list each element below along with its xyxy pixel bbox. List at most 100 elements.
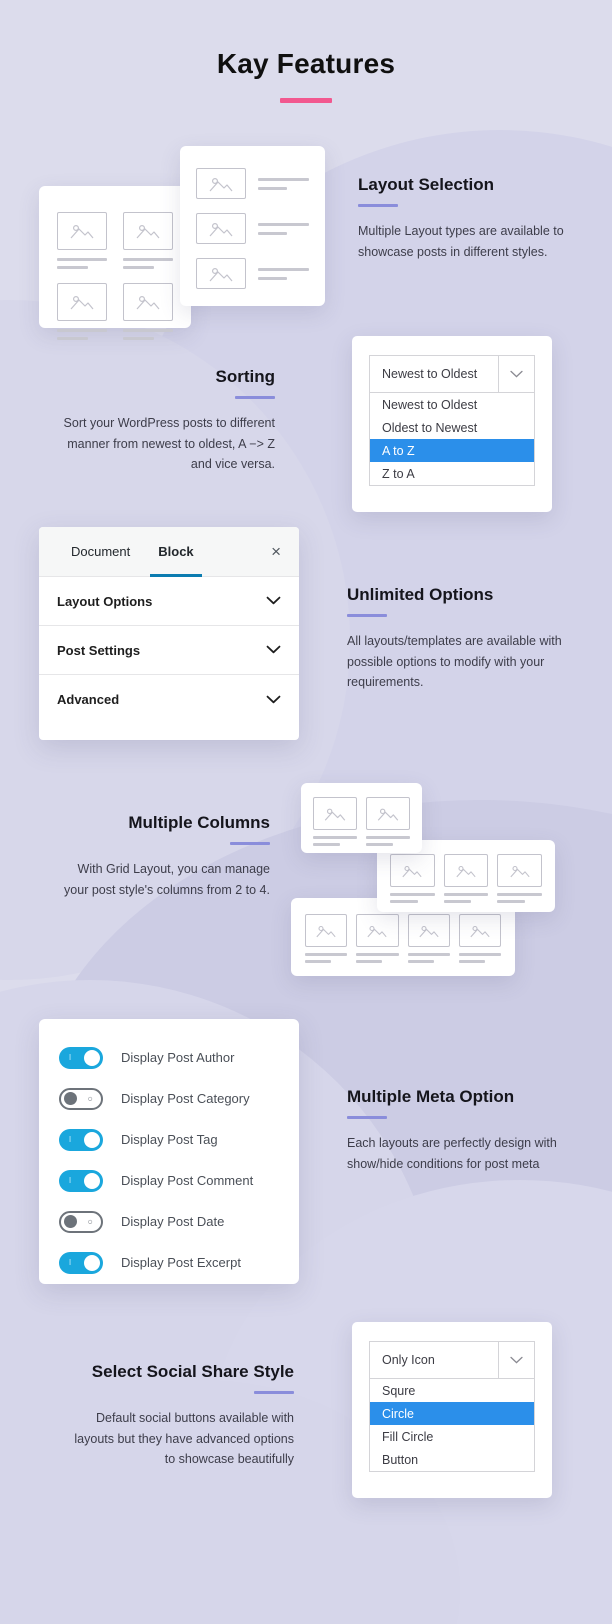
- toggle-row[interactable]: ǀ Display Post Comment: [59, 1164, 279, 1197]
- social-share-option[interactable]: Button: [370, 1448, 534, 1471]
- toggle-switch-on[interactable]: ǀ: [59, 1128, 103, 1151]
- section-body: With Grid Layout, you can manage your po…: [64, 862, 270, 897]
- text-line: [305, 953, 348, 956]
- chevron-down-icon[interactable]: [498, 356, 534, 392]
- sorting-select-box[interactable]: Newest to Oldest: [369, 355, 535, 393]
- text-line: [407, 960, 434, 963]
- panel-row-layout-options[interactable]: Layout Options: [39, 577, 299, 626]
- tab-block[interactable]: Block: [144, 527, 207, 577]
- list-layout-mockup-card: [180, 146, 325, 306]
- social-share-select-options[interactable]: Squre Circle Fill Circle Button: [369, 1379, 535, 1472]
- chevron-down-icon[interactable]: [498, 1342, 534, 1378]
- image-placeholder-icon: [443, 854, 489, 887]
- text-line: [258, 231, 287, 235]
- toggle-row[interactable]: ǀ Display Post Author: [59, 1041, 279, 1074]
- title-accent: [347, 1116, 387, 1120]
- text-line: [497, 893, 543, 896]
- toggle-glyph: ǀ: [69, 1134, 72, 1144]
- sorting-select-options[interactable]: Newest to Oldest Oldest to Newest A to Z…: [369, 393, 535, 486]
- toggle-label: Display Post Author: [121, 1050, 235, 1065]
- toggle-switch-on[interactable]: ǀ: [59, 1169, 103, 1192]
- sorting-select-widget[interactable]: Newest to Oldest Newest to Oldest Oldest…: [352, 336, 552, 512]
- social-share-select-widget[interactable]: Only Icon Squre Circle Fill Circle Butto…: [352, 1322, 552, 1498]
- text-line: [366, 836, 410, 839]
- toggle-glyph: ǀ: [69, 1052, 72, 1062]
- tab-document[interactable]: Document: [57, 527, 144, 576]
- toggle-glyph: ○: [87, 1216, 93, 1226]
- text-line: [390, 900, 418, 903]
- toggle-knob: [64, 1215, 77, 1228]
- social-share-option[interactable]: Fill Circle: [370, 1425, 534, 1448]
- mockup-post-item: [57, 212, 107, 269]
- text-line: [123, 337, 154, 340]
- text-line: [313, 836, 357, 839]
- text-line: [443, 893, 489, 896]
- feature-infographic: Kay Features Layout Selection Multiple L…: [0, 0, 612, 1624]
- section-body: Sort your WordPress posts to different m…: [63, 416, 275, 471]
- sorting-option[interactable]: Z to A: [370, 462, 534, 485]
- section-title: Multiple Meta Option: [347, 1087, 515, 1106]
- toggle-row[interactable]: ○ Display Post Category: [59, 1082, 279, 1115]
- two-column-mockup-card: [301, 783, 422, 853]
- chevron-down-icon[interactable]: [266, 641, 281, 659]
- social-share-select-value: Only Icon: [382, 1353, 435, 1367]
- mockup-post-item: [356, 914, 399, 963]
- toggle-switch-on[interactable]: ǀ: [59, 1046, 103, 1069]
- image-placeholder-icon: [57, 283, 107, 321]
- toggle-row[interactable]: ○ Display Post Date: [59, 1205, 279, 1238]
- title-accent: [347, 614, 387, 618]
- social-share-option-selected[interactable]: Circle: [370, 1402, 534, 1425]
- panel-row-label: Advanced: [57, 692, 120, 707]
- toggle-knob: [84, 1254, 100, 1271]
- toggle-knob: [84, 1131, 100, 1148]
- mockup-post-item: [196, 213, 309, 244]
- chevron-down-icon[interactable]: [266, 592, 281, 610]
- title-accent: [235, 396, 275, 400]
- toggle-label: Display Post Category: [121, 1091, 250, 1106]
- meta-toggles-panel[interactable]: ǀ Display Post Author ○ Display Post Cat…: [39, 1019, 299, 1284]
- image-placeholder-icon: [313, 797, 357, 830]
- text-line: [497, 900, 526, 903]
- image-placeholder-icon: [196, 258, 246, 289]
- sorting-option-selected[interactable]: A to Z: [370, 439, 534, 462]
- social-share-option[interactable]: Squre: [370, 1379, 534, 1402]
- block-settings-panel[interactable]: Document Block × Layout Options Post Set…: [39, 527, 299, 740]
- image-placeholder-icon: [305, 914, 348, 947]
- panel-row-label: Post Settings: [57, 642, 141, 658]
- title-underline: [280, 98, 332, 103]
- section-title: Sorting: [215, 367, 276, 386]
- mockup-post-item: [458, 914, 501, 963]
- text-line: [57, 329, 107, 332]
- panel-row-post-settings[interactable]: Post Settings: [39, 626, 299, 675]
- toggle-label: Display Post Date: [121, 1214, 225, 1229]
- toggle-switch-off[interactable]: ○: [59, 1087, 103, 1110]
- toggle-switch-off[interactable]: ○: [59, 1210, 103, 1233]
- section-title: Layout Selection: [358, 175, 495, 194]
- toggle-row[interactable]: ǀ Display Post Tag: [59, 1123, 279, 1156]
- mockup-post-item: [57, 283, 107, 340]
- text-line: [366, 843, 394, 846]
- toggle-switch-on[interactable]: ǀ: [59, 1251, 103, 1274]
- text-line: [123, 329, 173, 332]
- text-line: [356, 953, 399, 956]
- toggle-knob: [84, 1172, 100, 1189]
- text-line: [57, 258, 107, 261]
- image-placeholder-icon: [123, 212, 173, 250]
- toggle-label: Display Post Excerpt: [121, 1255, 241, 1270]
- sorting-option[interactable]: Oldest to Newest: [370, 416, 534, 439]
- text-line: [57, 337, 88, 340]
- sorting-option[interactable]: Newest to Oldest: [370, 393, 534, 416]
- chevron-down-icon[interactable]: [266, 691, 281, 709]
- close-icon[interactable]: ×: [271, 543, 281, 560]
- mockup-post-item: [407, 914, 450, 963]
- text-line: [258, 276, 287, 280]
- image-placeholder-icon: [57, 212, 107, 250]
- panel-row-advanced[interactable]: Advanced: [39, 675, 299, 724]
- mockup-post-item: [313, 797, 357, 846]
- social-share-select-box[interactable]: Only Icon: [369, 1341, 535, 1379]
- section-select-social-share-style: Select Social Share Style Default social…: [62, 1361, 294, 1469]
- toggle-row[interactable]: ǀ Display Post Excerpt: [59, 1246, 279, 1279]
- block-panel-tabs[interactable]: Document Block ×: [39, 527, 299, 577]
- image-placeholder-icon: [497, 854, 543, 887]
- toggle-glyph: ǀ: [69, 1175, 72, 1185]
